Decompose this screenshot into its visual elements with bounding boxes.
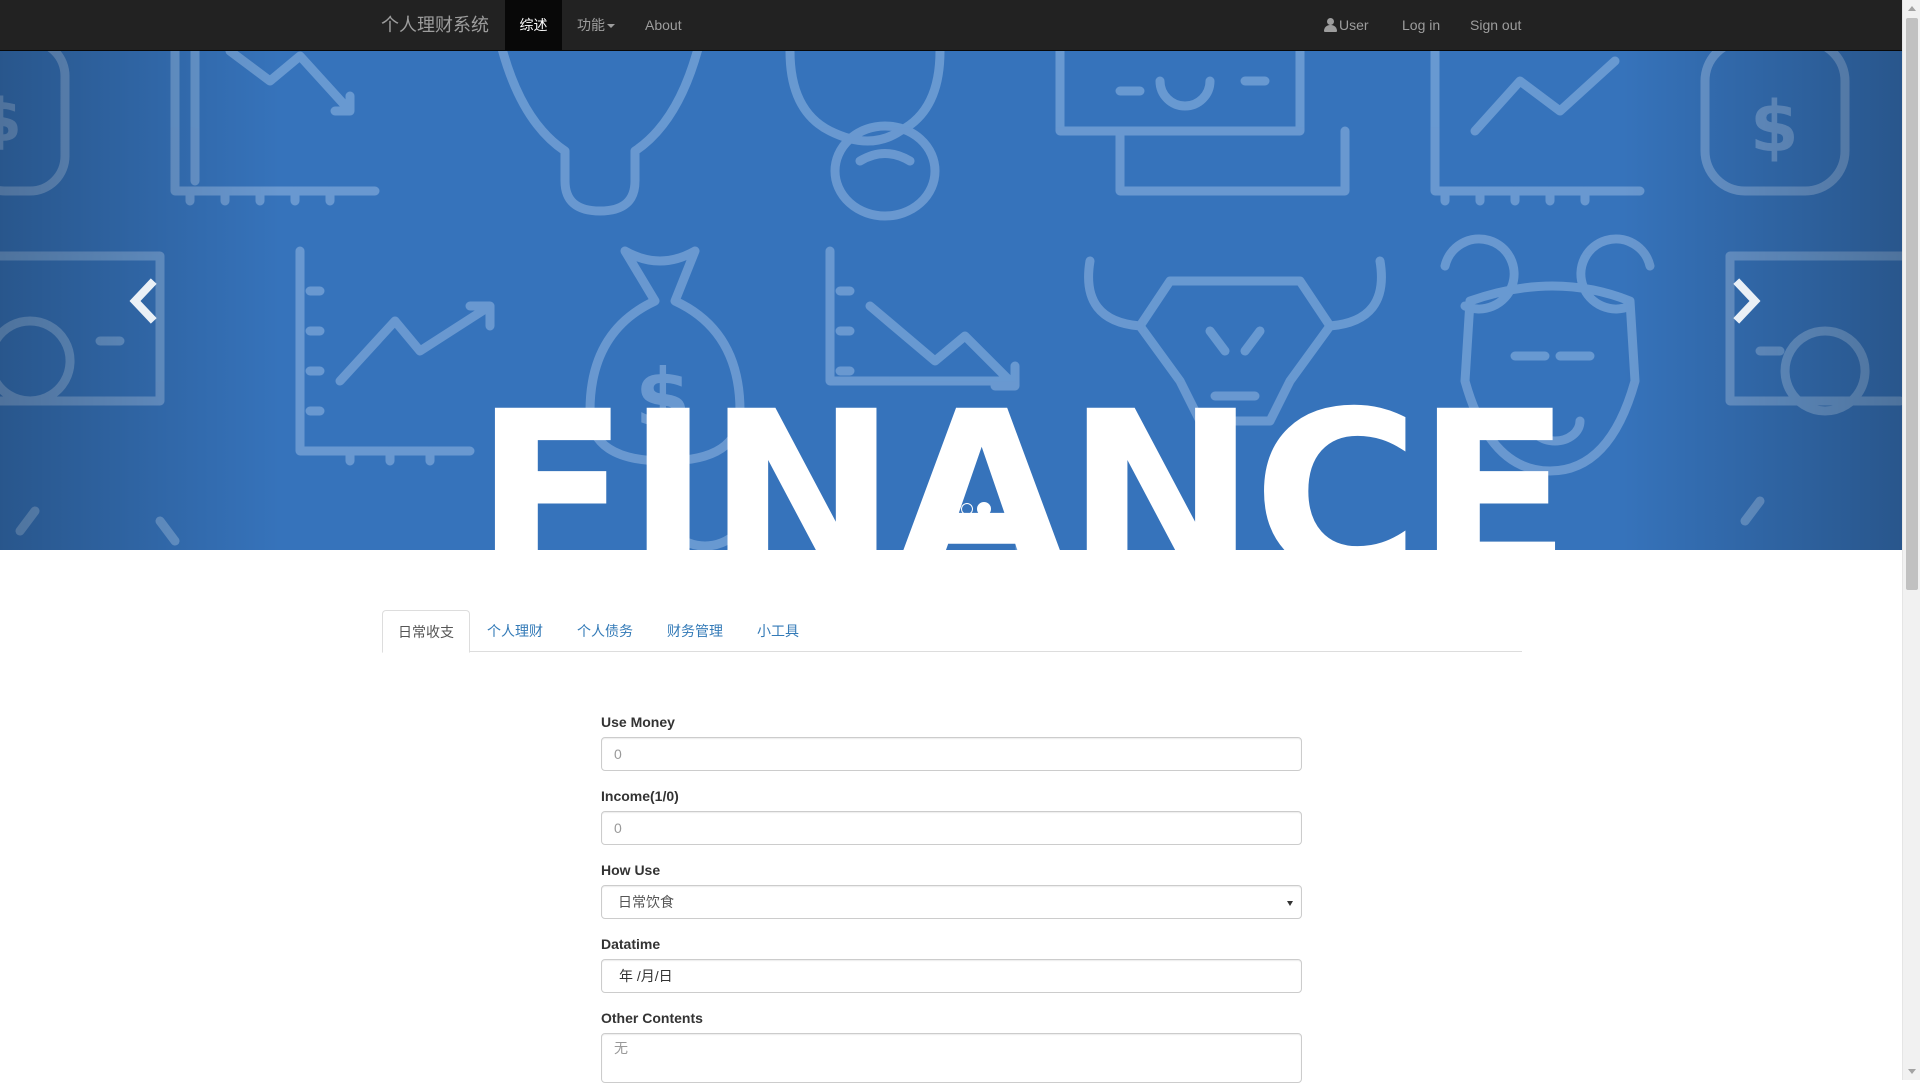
datetime-label: Datatime	[601, 936, 661, 952]
section-tabs: 日常收支 个人理财 个人债务 财务管理 小工具	[382, 610, 1522, 653]
carousel-next-button[interactable]	[1727, 276, 1767, 326]
select-arrow-icon	[1287, 901, 1293, 906]
nav-functions-dropdown[interactable]: 功能	[577, 0, 615, 50]
scroll-down-arrow-icon[interactable]	[1908, 1069, 1916, 1074]
nav-signout[interactable]: Sign out	[1470, 0, 1521, 50]
nav-login[interactable]: Log in	[1402, 0, 1440, 50]
scroll-up-arrow-icon[interactable]	[1908, 6, 1916, 11]
how-use-selected-value: 日常饮食	[618, 894, 674, 910]
tab-personal-debt[interactable]: 个人债务	[577, 610, 633, 652]
scrollbar-thumb[interactable]	[1906, 18, 1918, 590]
carousel-dot-3-active[interactable]	[977, 502, 991, 516]
income-label: Income(1/0)	[601, 788, 679, 804]
hero-title: FINANCE	[474, 362, 1572, 550]
caret-down-icon	[607, 24, 615, 29]
income-input[interactable]: 0	[601, 811, 1302, 845]
use-money-label: Use Money	[601, 714, 675, 730]
chevron-left-icon	[129, 278, 157, 324]
datetime-input[interactable]: 年 /月/日	[601, 959, 1302, 993]
hero-carousel: $ $ $ FINANCE	[0, 51, 1902, 550]
tab-financial-management[interactable]: 财务管理	[667, 610, 723, 652]
chevron-right-icon	[1733, 278, 1761, 324]
other-contents-label: Other Contents	[601, 1010, 703, 1026]
tab-personal-finance[interactable]: 个人理财	[487, 610, 543, 652]
tab-tools[interactable]: 小工具	[757, 610, 799, 652]
use-money-input[interactable]: 0	[601, 737, 1302, 771]
how-use-label: How Use	[601, 862, 661, 878]
nav-user[interactable]: User	[1324, 0, 1369, 50]
top-navbar: 个人理财系统 综述 功能 About User Log in Sign out	[0, 0, 1902, 51]
tab-daily-income-expense[interactable]: 日常收支	[382, 610, 470, 653]
other-contents-textarea[interactable]: 无	[601, 1033, 1302, 1083]
brand-logo[interactable]: 个人理财系统	[381, 0, 489, 50]
carousel-indicators	[945, 502, 991, 516]
carousel-dot-2[interactable]	[961, 503, 973, 515]
nav-functions-label: 功能	[577, 17, 605, 33]
page-scrollbar[interactable]	[1902, 0, 1920, 1080]
nav-about[interactable]: About	[645, 0, 682, 50]
how-use-select[interactable]: 日常饮食	[601, 885, 1302, 919]
user-icon	[1324, 18, 1337, 32]
nav-overview[interactable]: 综述	[505, 0, 562, 50]
carousel-dot-1[interactable]	[945, 503, 957, 515]
nav-user-label: User	[1339, 17, 1369, 33]
carousel-prev-button[interactable]	[123, 276, 163, 326]
